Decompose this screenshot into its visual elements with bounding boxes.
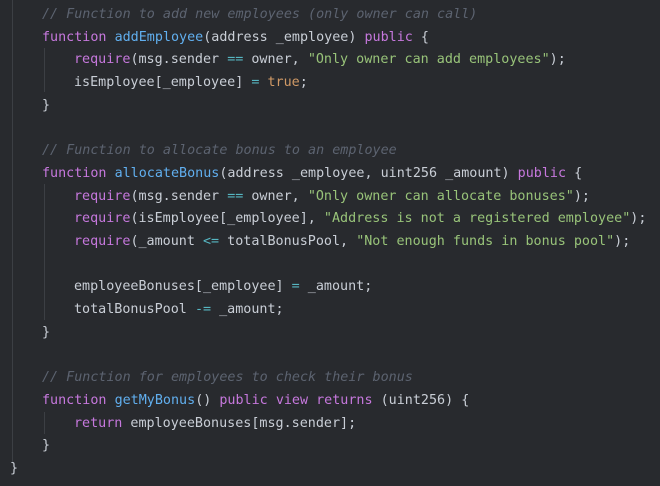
- code-token-ident: (msg.sender: [130, 52, 228, 68]
- code-line: // Function to allocate bonus to an empl…: [42, 140, 397, 162]
- code-line: }: [42, 322, 50, 344]
- code-token-keyword: return: [74, 415, 123, 431]
- indent-guide: [44, 184, 45, 320]
- code-token-func: allocateBonus: [114, 165, 220, 181]
- code-line: return employeeBonuses[msg.sender];: [74, 413, 356, 435]
- code-line: require(msg.sender == owner, "Only owner…: [74, 186, 590, 208]
- code-token-ident: owner,: [243, 188, 308, 204]
- code-token-ident: {: [412, 29, 429, 45]
- code-token-ident: employeeBonuses[msg.sender];: [122, 415, 357, 431]
- code-line: // Function for employees to check their…: [42, 367, 413, 389]
- code-line: employeeBonuses[_employee] = _amount;: [74, 276, 372, 298]
- code-token-keyword: view: [275, 392, 309, 408]
- code-token-ident: [268, 393, 276, 408]
- code-token-op: =: [291, 279, 300, 295]
- code-token-ident: [259, 75, 267, 90]
- code-token-ident: owner,: [243, 52, 308, 68]
- code-token-keyword: function: [42, 29, 107, 45]
- code-token-ident: _amount;: [299, 279, 373, 295]
- code-token-comment: // Function for employees to check their…: [42, 370, 413, 386]
- indent-guide: [44, 48, 45, 92]
- code-token-keyword: function: [42, 392, 107, 408]
- code-token-ident: (_amount: [130, 234, 203, 249]
- code-token-keyword: require: [74, 211, 131, 227]
- indent-guide: [44, 412, 45, 434]
- code-token-comment: // Function to allocate bonus to an empl…: [42, 143, 397, 159]
- code-token-ident: );: [573, 188, 590, 204]
- code-token-ident: [107, 166, 115, 181]
- code-token-ident: }: [42, 324, 51, 340]
- code-line: require(_amount <= totalBonusPool, "Not …: [74, 231, 630, 253]
- code-token-op: -=: [194, 302, 212, 318]
- code-line: require(msg.sender == owner, "Only owner…: [74, 49, 566, 71]
- code-token-ident: );: [614, 234, 631, 249]
- code-token-ident: totalBonusPool: [74, 302, 195, 318]
- code-token-bool: true: [267, 75, 300, 91]
- code-token-ident: {: [566, 165, 583, 181]
- code-token-ident: }: [42, 97, 51, 113]
- code-editor[interactable]: // Function to add new employees (only o…: [0, 0, 660, 486]
- code-token-ident: (isEmployee[_employee],: [130, 211, 324, 227]
- code-line: // Function to add new employees (only o…: [42, 4, 477, 26]
- code-line: function getMyBonus() public view return…: [42, 390, 469, 412]
- code-token-ident: }: [42, 438, 51, 454]
- code-token-string: "Not enough funds in bonus pool": [356, 234, 615, 249]
- code-token-func: addEmployee: [114, 29, 204, 45]
- code-token-ident: _amount;: [211, 302, 284, 318]
- code-token-keyword: public: [219, 392, 268, 408]
- code-token-ident: [308, 393, 316, 408]
- indent-guide: [12, 0, 13, 462]
- code-token-comment: // Function to add new employees (only o…: [42, 7, 478, 22]
- code-token-keyword: require: [74, 234, 131, 249]
- code-token-op: ==: [227, 188, 244, 204]
- code-token-ident: ;: [299, 75, 308, 91]
- code-line: totalBonusPool -= _amount;: [74, 299, 284, 321]
- code-token-ident: (): [195, 392, 220, 408]
- code-line: function allocateBonus(address _employee…: [42, 163, 582, 185]
- code-token-string: "Address is not a registered employee": [323, 211, 631, 227]
- code-token-ident: isEmployee[_employee]: [74, 75, 252, 91]
- code-token-op: <=: [203, 234, 220, 249]
- code-token-string: "Only owner can add employees": [307, 52, 550, 68]
- code-token-ident: (address _employee, uint256 _amount): [219, 165, 518, 181]
- code-token-ident: (msg.sender: [130, 188, 228, 204]
- code-token-ident: (uint256) {: [372, 392, 470, 408]
- code-line: isEmployee[_employee] = true;: [74, 72, 308, 94]
- code-token-ident: );: [549, 52, 566, 68]
- code-token-keyword: require: [74, 52, 131, 68]
- code-token-keyword: require: [74, 188, 131, 204]
- code-token-ident: (address _employee): [203, 29, 365, 45]
- code-token-ident: }: [10, 461, 19, 476]
- code-token-op: ==: [227, 52, 244, 68]
- code-token-keyword: returns: [316, 392, 373, 408]
- code-token-ident: totalBonusPool,: [219, 234, 357, 249]
- code-line: require(isEmployee[_employee], "Address …: [74, 208, 646, 230]
- code-token-ident: [107, 30, 115, 45]
- code-token-keyword: public: [364, 29, 413, 45]
- code-token-func: getMyBonus: [114, 392, 196, 408]
- code-token-ident: [107, 393, 115, 408]
- code-line: function addEmployee(address _employee) …: [42, 27, 429, 49]
- code-token-keyword: public: [517, 165, 567, 181]
- code-token-keyword: function: [42, 165, 107, 181]
- code-line: }: [42, 435, 50, 457]
- code-token-ident: );: [630, 211, 647, 227]
- code-line: }: [10, 458, 18, 480]
- code-line: }: [42, 95, 50, 117]
- code-token-ident: employeeBonuses[_employee]: [74, 279, 292, 295]
- code-token-string: "Only owner can allocate bonuses": [307, 188, 574, 204]
